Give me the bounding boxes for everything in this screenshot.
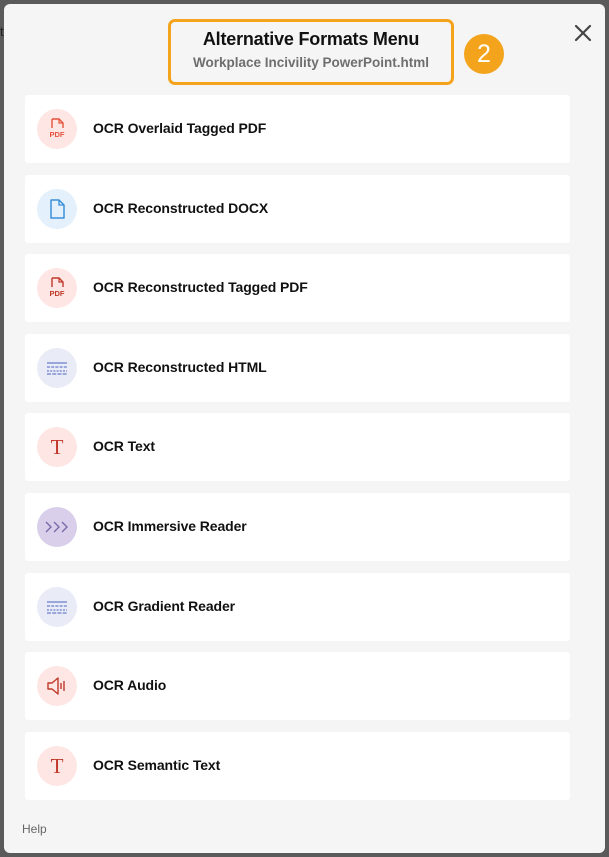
svg-text:PDF: PDF [50, 130, 65, 139]
dialog-title: Alternative Formats Menu [202, 29, 420, 49]
help-link[interactable]: Help [22, 822, 47, 836]
format-item-ocr-text[interactable]: T OCR Text [25, 413, 570, 482]
document-icon [37, 188, 77, 229]
close-icon [574, 24, 592, 42]
format-label: OCR Audio [93, 677, 167, 694]
text-t-icon: T [37, 427, 77, 468]
dialog-subtitle-filename: Workplace Incivility PowerPoint.html [192, 55, 430, 70]
svg-text:PDF: PDF [50, 289, 65, 298]
format-label: OCR Immersive Reader [93, 517, 247, 534]
format-item-ocr-reconstructed-html[interactable]: OCR Reconstructed HTML [25, 333, 570, 402]
svg-text:T: T [51, 435, 64, 459]
format-item-ocr-audio[interactable]: OCR Audio [25, 652, 570, 721]
format-label: OCR Reconstructed HTML [93, 358, 267, 375]
alternative-formats-dialog: Alternative Formats Menu Workplace Inciv… [4, 4, 605, 853]
formats-list: PDF OCR Overlaid Tagged PDF OCR Reconstr… [25, 95, 570, 811]
step-number-badge: 2 [464, 34, 504, 74]
gradient-lines-icon [37, 586, 77, 627]
format-label: OCR Semantic Text [93, 756, 221, 773]
text-t-icon: T [37, 745, 77, 786]
speaker-icon [37, 666, 77, 707]
pdf-icon: PDF [37, 268, 77, 309]
format-item-ocr-reconstructed-tagged-pdf[interactable]: PDF OCR Reconstructed Tagged PDF [25, 254, 570, 323]
format-label: OCR Reconstructed DOCX [93, 199, 269, 216]
close-button[interactable] [572, 22, 594, 44]
svg-text:T: T [51, 754, 64, 778]
format-item-ocr-immersive-reader[interactable]: OCR Immersive Reader [25, 492, 570, 561]
format-label: OCR Gradient Reader [93, 597, 236, 614]
html-lines-icon [37, 347, 77, 388]
chevrons-icon [37, 506, 77, 547]
pdf-icon: PDF [37, 109, 77, 149]
format-label: OCR Overlaid Tagged PDF [93, 120, 267, 136]
format-item-ocr-reconstructed-docx[interactable]: OCR Reconstructed DOCX [25, 174, 570, 243]
format-label: OCR Text [93, 438, 155, 455]
dialog-header-highlight: Alternative Formats Menu Workplace Inciv… [168, 19, 454, 85]
format-label: OCR Reconstructed Tagged PDF [93, 279, 308, 296]
format-item-ocr-overlaid-tagged-pdf[interactable]: PDF OCR Overlaid Tagged PDF [25, 95, 570, 163]
format-item-ocr-semantic-text[interactable]: T OCR Semantic Text [25, 731, 570, 800]
format-item-ocr-gradient-reader[interactable]: OCR Gradient Reader [25, 572, 570, 641]
